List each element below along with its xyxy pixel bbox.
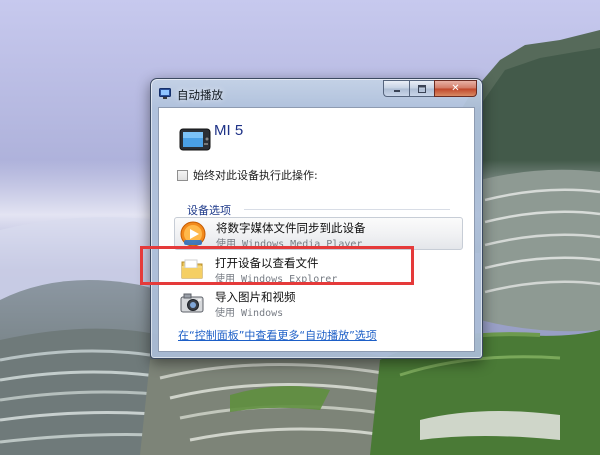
dialog-content: MI 5 始终对此设备执行此操作: 设备选项 将数字媒体文件同步到此设备 使用 … <box>158 107 475 352</box>
autoplay-icon <box>159 88 171 99</box>
device-name: MI 5 <box>214 122 244 139</box>
media-player-icon <box>180 221 206 247</box>
camera-icon <box>180 293 204 313</box>
autoplay-dialog: 自动播放 ✕ MI 5 始终对此设备执行此操作: 设备选项 将数字媒体文件同步到… <box>150 78 483 359</box>
option-import-title: 导入图片和视频 <box>215 290 296 304</box>
caption-buttons: ✕ <box>383 80 477 97</box>
window-title: 自动播放 <box>177 88 223 102</box>
close-button[interactable]: ✕ <box>434 80 477 97</box>
group-divider <box>244 209 450 210</box>
always-do-label: 始终对此设备执行此操作: <box>193 169 318 182</box>
option-import-subtitle: 使用 Windows <box>215 308 284 319</box>
option-sync-title: 将数字媒体文件同步到此设备 <box>216 221 366 235</box>
device-options-heading: 设备选项 <box>187 204 231 217</box>
minimize-icon <box>393 89 400 92</box>
close-icon: ✕ <box>451 83 460 94</box>
maximize-icon <box>418 84 426 93</box>
annotation-highlight-box <box>140 246 414 285</box>
maximize-button[interactable] <box>409 80 434 97</box>
more-autoplay-options-link[interactable]: 在“控制面板”中查看更多“自动播放”选项 <box>178 327 377 343</box>
title-bar[interactable]: 自动播放 ✕ <box>151 79 482 107</box>
always-do-row[interactable]: 始终对此设备执行此操作: <box>177 168 318 182</box>
minimize-button[interactable] <box>383 80 409 97</box>
media-player-device-icon <box>179 128 211 151</box>
option-import-pictures[interactable]: 导入图片和视频 使用 Windows <box>174 287 461 319</box>
always-do-checkbox[interactable] <box>177 169 188 181</box>
